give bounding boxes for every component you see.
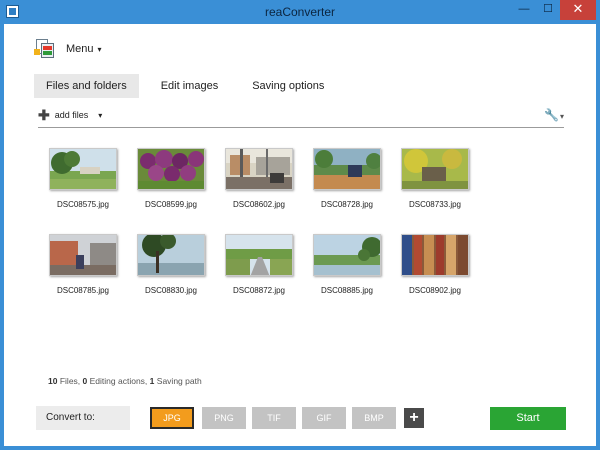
plus-icon: ✚: [38, 107, 50, 123]
photo-thumbnail: [137, 234, 205, 276]
tab-saving-options[interactable]: Saving options: [240, 74, 336, 98]
files-count: 10: [48, 376, 58, 386]
add-files-button[interactable]: ✚ add files ▾: [38, 107, 102, 123]
file-thumbnail[interactable]: DSC08885.jpg: [313, 234, 385, 295]
paths-count: 1: [149, 376, 155, 386]
file-thumbnail[interactable]: DSC08785.jpg: [49, 234, 121, 295]
file-name: DSC08733.jpg: [408, 200, 462, 209]
maximize-button[interactable]: ☐: [536, 0, 560, 20]
file-name: DSC08728.jpg: [320, 200, 374, 209]
chevron-down-icon: ▾: [559, 112, 564, 121]
format-tif-button[interactable]: TIF: [252, 407, 296, 429]
format-png-button[interactable]: PNG: [202, 407, 246, 429]
photo-thumbnail: [137, 148, 205, 190]
file-name: DSC08599.jpg: [144, 200, 198, 209]
tab-edit-images[interactable]: Edit images: [149, 74, 230, 98]
file-thumbnail[interactable]: DSC08830.jpg: [137, 234, 209, 295]
add-files-label: add files: [54, 110, 89, 120]
photo-thumbnail: [225, 148, 293, 190]
status-summary: 10 Files, 0 Editing actions, 1 Saving pa…: [48, 376, 202, 386]
main-panel: Menu ▾ Files and folders Edit images Sav…: [4, 24, 596, 446]
photo-thumbnail: [49, 234, 117, 276]
photo-thumbnail: [225, 234, 293, 276]
reaconverter-logo-icon: [34, 38, 56, 60]
app-window: reaConverter — ☐ ✕ Menu ▾ Files and fold…: [0, 0, 600, 450]
tools-menu-button[interactable]: 🔧▾: [544, 108, 564, 122]
file-name: DSC08602.jpg: [232, 200, 286, 209]
title-bar[interactable]: reaConverter — ☐ ✕: [0, 0, 600, 24]
files-label: Files,: [59, 376, 81, 386]
minimize-button[interactable]: —: [512, 0, 536, 20]
file-name: DSC08885.jpg: [320, 286, 374, 295]
actions-count: 0: [82, 376, 88, 386]
file-name: DSC08830.jpg: [144, 286, 198, 295]
tab-bar: Files and folders Edit images Saving opt…: [34, 74, 346, 98]
wrench-icon: 🔧: [544, 108, 559, 122]
file-thumbnail[interactable]: DSC08872.jpg: [225, 234, 297, 295]
file-thumbnail[interactable]: DSC08575.jpg: [49, 148, 121, 209]
menu-button[interactable]: Menu ▾: [34, 36, 102, 62]
file-name: DSC08902.jpg: [408, 286, 462, 295]
photo-thumbnail: [313, 234, 381, 276]
file-thumbnail[interactable]: DSC08599.jpg: [137, 148, 209, 209]
photo-thumbnail: [401, 148, 469, 190]
actions-label: Editing actions,: [89, 376, 148, 386]
photo-thumbnail: [401, 234, 469, 276]
files-toolbar: ✚ add files ▾ 🔧▾: [38, 106, 564, 128]
photo-thumbnail: [49, 148, 117, 190]
file-thumbnail[interactable]: DSC08733.jpg: [401, 148, 473, 209]
file-name: DSC08872.jpg: [232, 286, 286, 295]
file-name: DSC08575.jpg: [56, 200, 110, 209]
format-bmp-button[interactable]: BMP: [352, 407, 396, 429]
window-title: reaConverter: [264, 5, 336, 19]
file-thumbnail[interactable]: DSC08902.jpg: [401, 234, 473, 295]
file-name: DSC08785.jpg: [56, 286, 110, 295]
photo-thumbnail: [313, 148, 381, 190]
format-jpg-button[interactable]: JPG: [150, 407, 194, 429]
file-thumbnail[interactable]: DSC08602.jpg: [225, 148, 297, 209]
add-format-button[interactable]: +: [404, 408, 424, 428]
chevron-down-icon[interactable]: ▾: [98, 111, 102, 120]
menu-label: Menu: [66, 43, 94, 55]
format-gif-button[interactable]: GIF: [302, 407, 346, 429]
start-button[interactable]: Start: [490, 407, 566, 430]
chevron-down-icon: ▾: [97, 44, 102, 54]
convert-to-label: Convert to:: [36, 406, 130, 430]
close-button[interactable]: ✕: [560, 0, 596, 20]
tab-files-and-folders[interactable]: Files and folders: [34, 74, 139, 98]
file-thumbnail[interactable]: DSC08728.jpg: [313, 148, 385, 209]
paths-label: Saving path: [156, 376, 202, 386]
